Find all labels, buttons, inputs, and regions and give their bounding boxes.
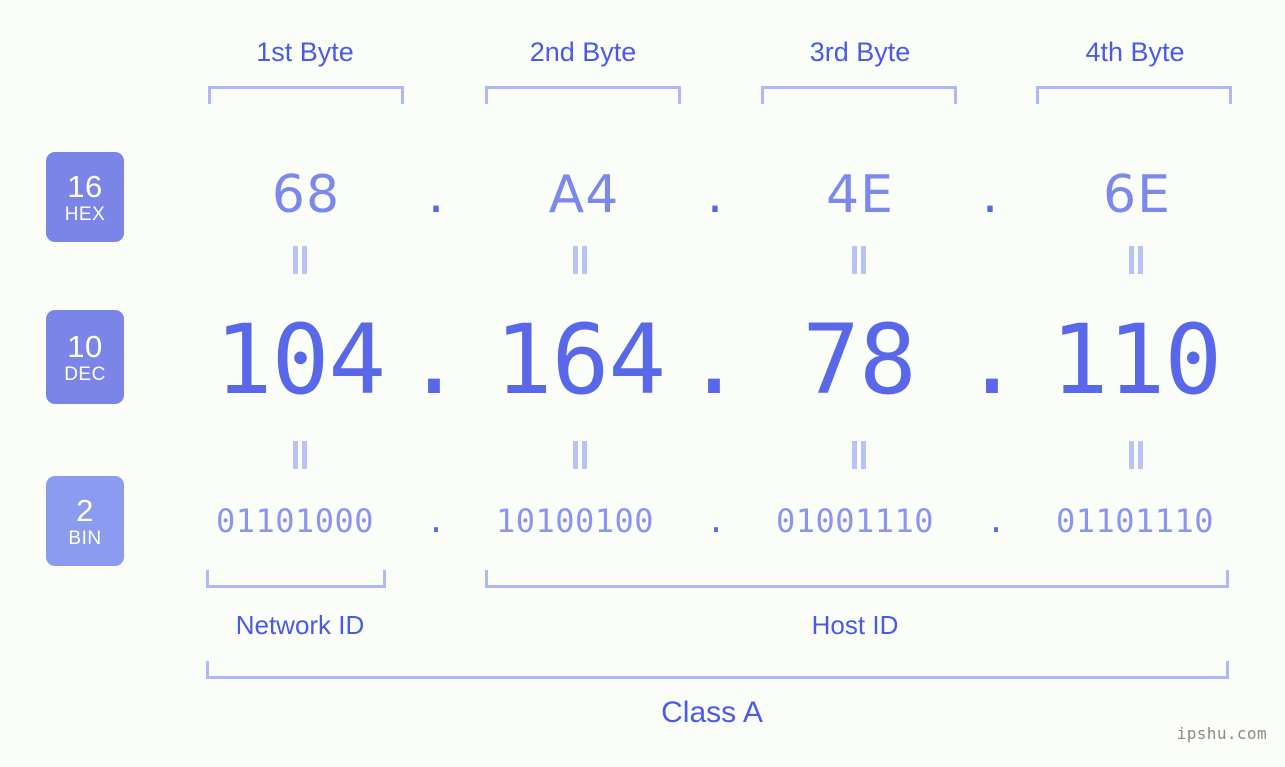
- host-id-bracket: [485, 570, 1229, 588]
- bin-byte-4: 01101110: [1055, 502, 1215, 540]
- byte-header-2: 2nd Byte: [529, 37, 637, 67]
- ip-breakdown-diagram: 1st Byte 2nd Byte 3rd Byte 4th Byte 16 H…: [0, 0, 1285, 767]
- network-id-label: Network ID: [235, 610, 365, 640]
- hex-value-row: 68 . A4 . 4E . 6E: [0, 155, 1285, 235]
- class-bracket: [206, 661, 1229, 679]
- host-id-label: Host ID: [811, 610, 899, 640]
- bin-byte-3: 01001110: [775, 502, 935, 540]
- equals-mark-dec-bin-3: [851, 441, 867, 469]
- bin-byte-2: 10100100: [495, 502, 655, 540]
- dec-byte-4: 110: [1050, 304, 1222, 416]
- watermark: ipshu.com: [1176, 724, 1267, 743]
- bin-byte-1: 01101000: [215, 502, 375, 540]
- hex-byte-4: 6E: [1103, 165, 1171, 225]
- byte-header-4: 4th Byte: [1085, 37, 1185, 67]
- byte-bracket-top-1: [208, 86, 404, 104]
- byte-header-3: 3rd Byte: [809, 37, 911, 67]
- equals-mark-hex-dec-2: [572, 246, 588, 274]
- dec-value-row: 104 . 164 . 78 . 110: [0, 298, 1285, 423]
- byte-bracket-top-3: [761, 86, 957, 104]
- bin-value-row: 01101000 . 10100100 . 01001110 . 0110111…: [0, 490, 1285, 552]
- byte-bracket-top-2: [485, 86, 681, 104]
- equals-mark-hex-dec-4: [1128, 246, 1144, 274]
- equals-mark-dec-bin-1: [292, 441, 308, 469]
- equals-mark-hex-dec-3: [851, 246, 867, 274]
- byte-header-1: 1st Byte: [256, 37, 354, 67]
- byte-bracket-top-4: [1036, 86, 1232, 104]
- equals-mark-dec-bin-2: [572, 441, 588, 469]
- network-id-bracket: [206, 570, 386, 588]
- equals-mark-dec-bin-4: [1128, 441, 1144, 469]
- class-label: Class A: [661, 696, 763, 729]
- equals-mark-hex-dec-1: [292, 246, 308, 274]
